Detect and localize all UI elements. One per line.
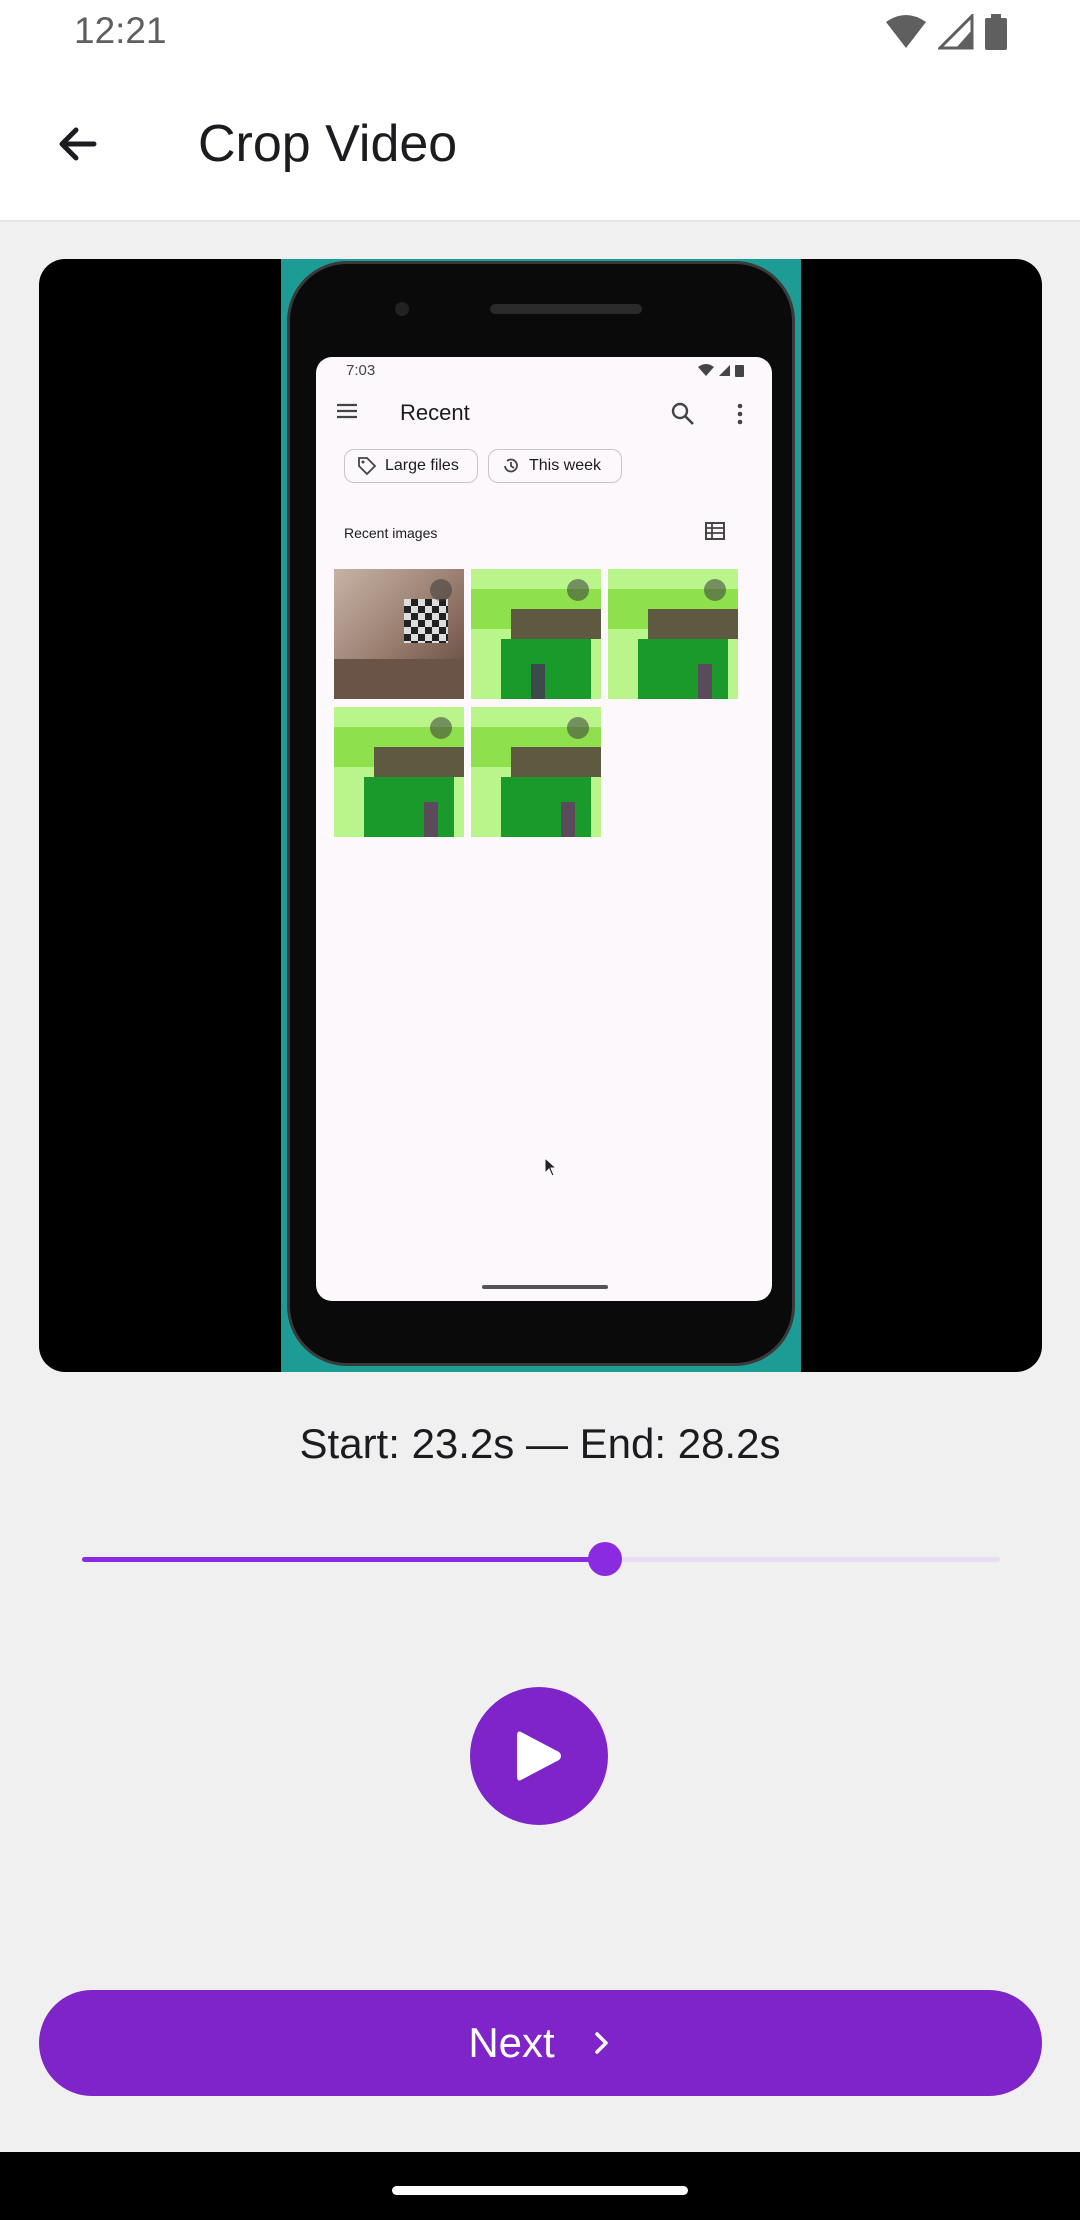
device-camera xyxy=(395,302,409,316)
chip-label: Large files xyxy=(385,457,459,474)
inner-search-icon xyxy=(671,402,694,425)
inner-thumbnail-house xyxy=(471,569,601,699)
cell-signal-icon xyxy=(938,14,974,50)
battery-icon xyxy=(985,14,1007,50)
app-bar: Crop Video xyxy=(0,64,1080,222)
back-button[interactable] xyxy=(40,108,112,180)
status-icons xyxy=(884,14,1008,50)
slider-active-track xyxy=(82,1557,606,1562)
page-title: Crop Video xyxy=(198,115,458,173)
inner-signal-icon xyxy=(719,365,730,376)
status-time: 12:21 xyxy=(74,10,167,51)
inner-status-icons xyxy=(698,364,744,377)
inner-list-view-icon xyxy=(705,522,725,540)
mouse-cursor-icon xyxy=(544,1157,558,1177)
trim-range-label: Start: 23.2s — End: 28.2s xyxy=(299,1420,781,1467)
chevron-right-icon xyxy=(594,2032,608,2054)
expand-icon xyxy=(704,579,726,601)
expand-icon xyxy=(567,717,589,739)
next-button[interactable]: Next xyxy=(39,1990,1042,2096)
trim-slider[interactable] xyxy=(82,1538,1000,1582)
inner-home-indicator xyxy=(482,1285,608,1289)
arrow-back-icon xyxy=(59,127,97,161)
play-button[interactable] xyxy=(470,1687,608,1825)
next-button-label: Next xyxy=(468,2019,555,2066)
wifi-icon xyxy=(886,15,926,48)
video-preview: 7:03 Recent Large files This week Recent… xyxy=(39,259,1042,1372)
inner-thumbnail-house xyxy=(608,569,738,699)
history-icon xyxy=(504,458,518,473)
inner-thumbnail-house xyxy=(334,707,464,837)
inner-thumbnail-room xyxy=(334,569,464,699)
expand-icon xyxy=(430,579,452,601)
inner-menu-icon xyxy=(337,403,357,419)
label-tag-icon xyxy=(358,457,377,476)
play-icon xyxy=(517,1731,561,1781)
inner-wifi-icon xyxy=(698,364,714,376)
home-gesture-handle[interactable] xyxy=(392,2186,688,2195)
inner-chip-large-files: Large files xyxy=(344,449,478,483)
expand-icon xyxy=(430,717,452,739)
system-nav-bar xyxy=(0,2152,1080,2220)
chip-label: This week xyxy=(529,457,602,474)
inner-thumbnail-house xyxy=(471,707,601,837)
slider-thumb[interactable] xyxy=(588,1542,623,1576)
inner-status-time: 7:03 xyxy=(346,362,376,379)
inner-screen-title: Recent xyxy=(400,400,470,425)
inner-battery-icon xyxy=(735,365,744,377)
status-bar: 12:21 xyxy=(0,0,1080,64)
inner-more-vert-icon xyxy=(737,403,743,425)
device-speaker xyxy=(490,304,642,314)
inner-section-title: Recent images xyxy=(344,525,438,541)
recorded-screen: 7:03 Recent Large files This week Recent… xyxy=(316,357,772,1301)
inner-chip-this-week: This week xyxy=(488,449,622,483)
device-frame-image: 7:03 Recent Large files This week Recent… xyxy=(287,261,795,1366)
expand-icon xyxy=(567,579,589,601)
